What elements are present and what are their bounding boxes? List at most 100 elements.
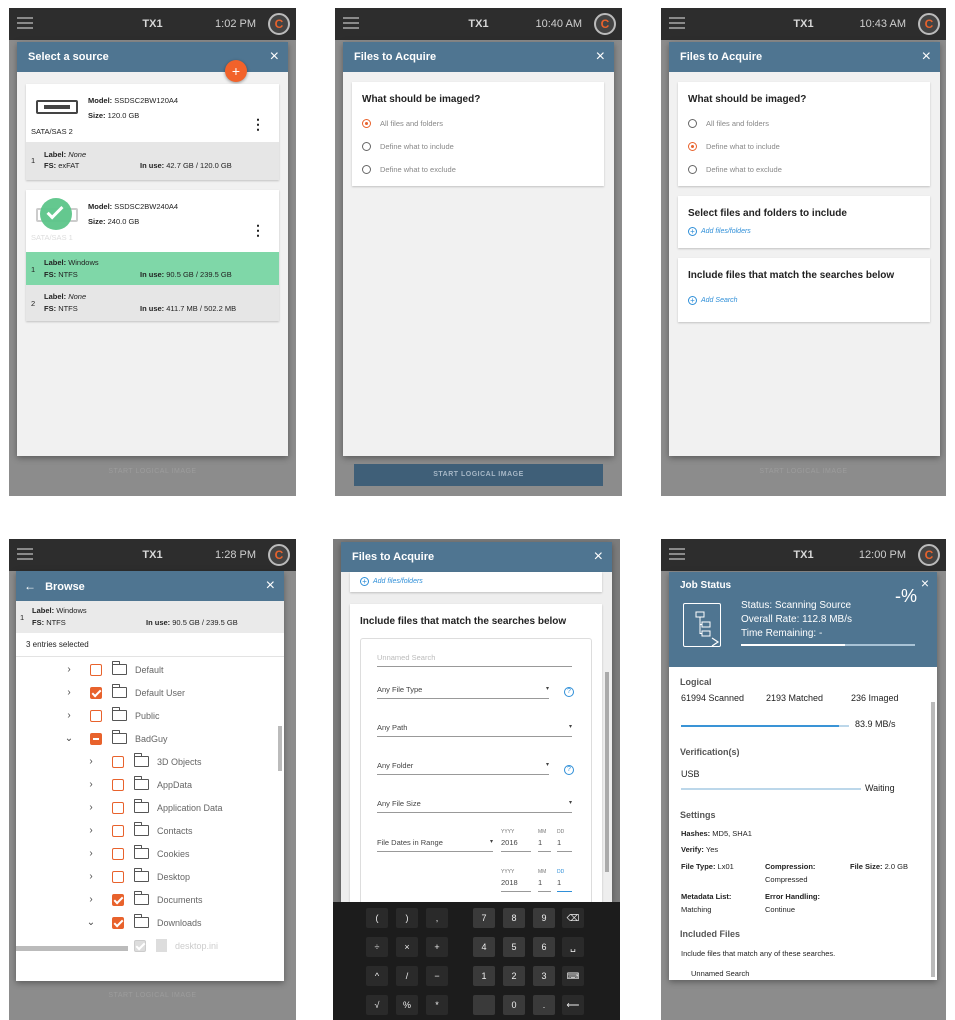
to-year-input[interactable]: 2018 <box>501 878 531 892</box>
tree-item[interactable]: ⌄ Downloads <box>86 911 202 934</box>
keyboard-key[interactable]: 1 <box>473 966 495 986</box>
drive-card[interactable]: Model: SSDSC2BW120A4 Size: 120.0 GB SATA… <box>26 84 279 180</box>
chevron-right-icon[interactable]: › <box>86 848 96 859</box>
horizontal-scrollbar[interactable] <box>16 946 128 951</box>
close-icon[interactable]: × <box>266 571 275 601</box>
keyboard-key[interactable]: . <box>533 995 555 1015</box>
from-year-input[interactable]: 2016 <box>501 838 531 852</box>
keyboard-key[interactable]: / <box>396 966 418 986</box>
add-files-link[interactable]: + Add files/folders <box>688 227 920 236</box>
partition-row[interactable]: 2 Label: None FS: NTFS In use: 411.7 MB … <box>26 285 279 321</box>
keyboard-key[interactable]: , <box>426 908 448 928</box>
checkbox[interactable] <box>112 778 124 791</box>
to-day-input-focused[interactable]: 1 <box>557 878 572 892</box>
keyboard-key[interactable]: 4 <box>473 937 495 957</box>
chevron-right-icon[interactable]: › <box>86 779 96 790</box>
search-name-input[interactable]: Unnamed Search <box>377 653 572 667</box>
radio-define-include[interactable]: Define what to include <box>362 135 594 158</box>
close-icon[interactable]: × <box>921 575 929 591</box>
radio-all-files[interactable]: All files and folders <box>362 112 594 135</box>
keyboard-key[interactable]: ⟵ <box>562 995 584 1015</box>
keyboard-key[interactable]: ⌨ <box>562 966 584 986</box>
chevron-right-icon[interactable]: › <box>86 894 96 905</box>
chevron-right-icon[interactable]: › <box>86 802 96 813</box>
brand-logo-icon[interactable]: C <box>268 13 290 35</box>
checkbox[interactable] <box>112 847 124 860</box>
tree-item[interactable]: › Default User <box>64 681 185 704</box>
checkbox[interactable] <box>90 709 102 722</box>
keyboard-key[interactable]: ⌫ <box>562 908 584 928</box>
tree-item[interactable]: › 3D Objects <box>86 750 202 773</box>
chevron-right-icon[interactable]: › <box>86 756 96 767</box>
from-month-input[interactable]: 1 <box>538 838 551 852</box>
brand-logo-icon[interactable]: C <box>918 544 940 566</box>
partition-row-selected[interactable]: 1 Label: Windows FS: NTFS In use: 90.5 G… <box>26 252 279 285</box>
add-search-link[interactable]: + Add Search <box>688 296 920 305</box>
chevron-down-icon[interactable]: ⌄ <box>64 733 74 744</box>
close-icon[interactable]: × <box>596 42 605 72</box>
keyboard-key[interactable]: ) <box>396 908 418 928</box>
kebab-menu-icon[interactable]: ⋮ <box>251 222 265 239</box>
checkbox[interactable] <box>112 916 124 929</box>
included-search-name[interactable]: Unnamed Search <box>691 969 749 978</box>
close-icon[interactable]: × <box>270 42 279 72</box>
keyboard-key[interactable]: 7 <box>473 908 495 928</box>
chevron-right-icon[interactable]: › <box>64 664 74 675</box>
radio-define-exclude[interactable]: Define what to exclude <box>688 158 920 181</box>
folder-select[interactable]: Any Folder ▾ <box>377 761 549 775</box>
keyboard-key[interactable] <box>473 995 495 1015</box>
vertical-scrollbar[interactable] <box>278 726 282 771</box>
checkbox[interactable] <box>112 801 124 814</box>
tree-item[interactable]: › Contacts <box>86 819 193 842</box>
add-source-button[interactable]: + <box>225 60 247 82</box>
keyboard-key[interactable]: ^ <box>366 966 388 986</box>
tree-item[interactable]: › Cookies <box>86 842 190 865</box>
help-icon[interactable]: ? <box>564 765 574 775</box>
checkbox[interactable] <box>134 939 146 952</box>
keyboard-key[interactable]: √ <box>366 995 388 1015</box>
add-files-link[interactable]: + Add files/folders <box>360 577 592 586</box>
radio-all-files[interactable]: All files and folders <box>688 112 920 135</box>
tree-item[interactable]: › Desktop <box>86 865 190 888</box>
checkbox[interactable] <box>90 663 102 676</box>
checkbox[interactable] <box>112 824 124 837</box>
file-type-select[interactable]: Any File Type ▾ <box>377 685 549 699</box>
help-icon[interactable]: ? <box>564 687 574 697</box>
chevron-right-icon[interactable]: › <box>64 710 74 721</box>
tree-item[interactable]: ⌄ BadGuy <box>64 727 168 750</box>
keyboard-key[interactable]: 8 <box>503 908 525 928</box>
chevron-right-icon[interactable]: › <box>86 825 96 836</box>
tree-item[interactable]: desktop.ini <box>108 934 218 954</box>
start-logical-image-button[interactable]: START LOGICAL IMAGE <box>354 464 603 486</box>
drive-card-selected[interactable]: Model: SSDSC2BW240A4 Size: 240.0 GB SATA… <box>26 190 279 321</box>
checkbox[interactable] <box>112 755 124 768</box>
keyboard-key[interactable]: 6 <box>533 937 555 957</box>
tree-item[interactable]: › Public <box>64 704 160 727</box>
file-size-select[interactable]: Any File Size ▾ <box>377 799 572 813</box>
keyboard-key[interactable]: 3 <box>533 966 555 986</box>
partition-row[interactable]: 1 Label: None FS: exFAT In use: 42.7 GB … <box>26 142 279 180</box>
keyboard-key[interactable]: − <box>426 966 448 986</box>
tree-item[interactable]: › AppData <box>86 773 192 796</box>
chevron-right-icon[interactable]: › <box>64 687 74 698</box>
brand-logo-icon[interactable]: C <box>918 13 940 35</box>
tree-item[interactable]: › Application Data <box>86 796 223 819</box>
vertical-scrollbar[interactable] <box>605 672 609 872</box>
checkbox[interactable] <box>112 870 124 883</box>
keyboard-key[interactable]: × <box>396 937 418 957</box>
checkbox[interactable] <box>90 732 102 745</box>
keyboard-key[interactable]: ÷ <box>366 937 388 957</box>
keyboard-key[interactable]: + <box>426 937 448 957</box>
back-arrow-icon[interactable]: ← <box>24 579 36 593</box>
keyboard-key[interactable]: 5 <box>503 937 525 957</box>
from-day-input[interactable]: 1 <box>557 838 572 852</box>
checkbox[interactable] <box>90 686 102 699</box>
vertical-scrollbar[interactable] <box>931 702 935 977</box>
brand-logo-icon[interactable]: C <box>268 544 290 566</box>
radio-define-exclude[interactable]: Define what to exclude <box>362 158 594 181</box>
radio-define-include[interactable]: Define what to include <box>688 135 920 158</box>
keyboard-key[interactable]: 0 <box>503 995 525 1015</box>
path-select[interactable]: Any Path ▾ <box>377 723 572 737</box>
tree-item[interactable]: › Documents <box>86 888 203 911</box>
to-month-input[interactable]: 1 <box>538 878 551 892</box>
